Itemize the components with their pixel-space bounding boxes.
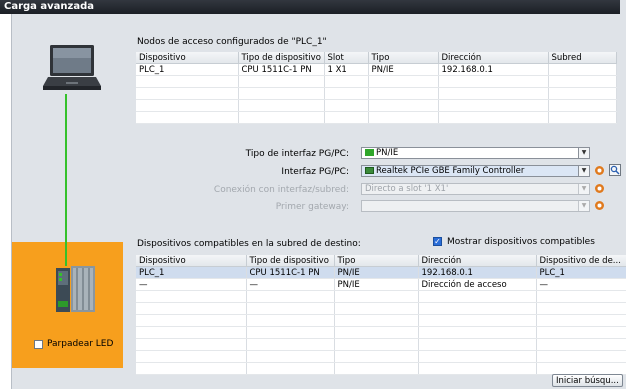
title-bar-edge bbox=[620, 0, 626, 14]
column-header[interactable]: Dirección bbox=[438, 52, 549, 64]
compatible-devices-heading: Dispositivos compatibles en la subred de… bbox=[137, 239, 361, 249]
window-title: Carga avanzada bbox=[4, 1, 95, 12]
column-header[interactable]: Dispositivo bbox=[136, 52, 239, 64]
table-cell: CPU 1511C-1 PN bbox=[246, 266, 335, 279]
chevron-down-icon[interactable]: ▼ bbox=[578, 184, 589, 194]
column-header[interactable]: Subred bbox=[548, 52, 617, 64]
connection-properties-icon[interactable] bbox=[594, 183, 605, 194]
access-nodes-heading: Nodos de acceso configurados de "PLC_1" bbox=[137, 37, 327, 47]
table-cell: PN/IE bbox=[368, 63, 439, 76]
table-cell: 192.168.0.1 bbox=[438, 63, 549, 76]
pgpc-laptop-icon bbox=[43, 45, 101, 90]
table-row[interactable]: PLC_1 CPU 1511C-1 PN 1 X1 PN/IE 192.168.… bbox=[136, 63, 617, 76]
empty-row bbox=[136, 350, 626, 363]
empty-row bbox=[136, 314, 626, 327]
table-cell: 192.168.0.1 bbox=[418, 266, 537, 279]
access-nodes-table: Dispositivo Tipo de dispositivo Slot Tip… bbox=[136, 52, 617, 124]
column-header[interactable]: Tipo de dispositivo bbox=[238, 52, 325, 64]
blink-led-label: Parpadear LED bbox=[47, 339, 114, 349]
empty-row bbox=[136, 87, 617, 100]
chevron-down-icon[interactable]: ▼ bbox=[578, 201, 589, 211]
table-cell: PLC_1 bbox=[536, 266, 626, 279]
table-cell: PN/IE bbox=[334, 266, 419, 279]
column-header[interactable]: Dirección bbox=[418, 255, 537, 267]
interface-type-label: Tipo de interfaz PG/PC: bbox=[245, 149, 349, 159]
interface-select[interactable]: Realtek PCIe GBE Family Controller ▼ bbox=[361, 165, 590, 177]
table-cell: PN/IE bbox=[334, 278, 419, 291]
start-search-button[interactable]: Iniciar búsqu... bbox=[552, 374, 623, 387]
compatible-header-row: Dispositivo Tipo de dispositivo Tipo Dir… bbox=[136, 255, 626, 267]
table-row[interactable]: PLC_1 CPU 1511C-1 PN PN/IE 192.168.0.1 P… bbox=[136, 266, 626, 279]
empty-row bbox=[136, 290, 626, 303]
table-cell: — bbox=[136, 278, 247, 291]
interface-label: Interfaz PG/PC: bbox=[281, 167, 349, 177]
column-header[interactable]: Tipo de dispositivo bbox=[246, 255, 335, 267]
empty-row bbox=[136, 326, 626, 339]
table-cell: PLC_1 bbox=[136, 266, 247, 279]
table-cell: 1 X1 bbox=[324, 63, 369, 76]
connection-label: Conexión con interfaz/subred: bbox=[213, 185, 349, 195]
empty-row bbox=[136, 111, 617, 124]
empty-row bbox=[136, 99, 617, 112]
empty-row bbox=[136, 302, 626, 315]
network-card-icon bbox=[365, 167, 374, 174]
gateway-properties-icon[interactable] bbox=[594, 200, 605, 211]
column-header[interactable]: Dispositivo de de... bbox=[536, 255, 626, 267]
chevron-down-icon[interactable]: ▼ bbox=[578, 166, 589, 176]
table-row[interactable]: — — PN/IE Dirección de acceso — bbox=[136, 278, 626, 291]
blink-led-checkbox[interactable] bbox=[34, 340, 43, 349]
table-cell: — bbox=[246, 278, 335, 291]
interface-type-select[interactable]: PN/IE ▼ bbox=[361, 147, 590, 159]
interface-type-value: PN/IE bbox=[376, 148, 399, 158]
column-header[interactable]: Tipo bbox=[334, 255, 419, 267]
search-icon[interactable] bbox=[609, 164, 621, 176]
show-compatible-checkbox[interactable]: ✓ bbox=[433, 237, 442, 246]
pn-ie-icon bbox=[365, 149, 374, 156]
empty-row bbox=[136, 338, 626, 351]
chevron-down-icon[interactable]: ▼ bbox=[578, 148, 589, 158]
interface-value: Realtek PCIe GBE Family Controller bbox=[376, 166, 525, 176]
column-header[interactable]: Slot bbox=[324, 52, 369, 64]
table-cell: — bbox=[536, 278, 626, 291]
window-title-bar: Carga avanzada bbox=[0, 0, 626, 14]
connection-select[interactable]: Directo a slot '1 X1' ▼ bbox=[361, 183, 590, 195]
table-cell bbox=[548, 63, 617, 76]
table-cell: Dirección de acceso bbox=[418, 278, 537, 291]
column-header[interactable]: Dispositivo bbox=[136, 255, 247, 267]
column-header[interactable]: Tipo bbox=[368, 52, 439, 64]
empty-row bbox=[136, 75, 617, 88]
table-cell: PLC_1 bbox=[136, 63, 239, 76]
access-nodes-header-row: Dispositivo Tipo de dispositivo Slot Tip… bbox=[136, 52, 617, 64]
connection-value: Directo a slot '1 X1' bbox=[365, 184, 449, 194]
connection-line bbox=[65, 94, 67, 264]
compatible-devices-table: Dispositivo Tipo de dispositivo Tipo Dir… bbox=[136, 255, 626, 375]
table-cell: CPU 1511C-1 PN bbox=[238, 63, 325, 76]
plc-device-icon bbox=[56, 266, 95, 312]
show-compatible-label: Mostrar dispositivos compatibles bbox=[447, 237, 595, 247]
gateway-select[interactable]: ▼ bbox=[361, 200, 590, 212]
gateway-label: Primer gateway: bbox=[275, 202, 349, 212]
empty-row bbox=[136, 362, 626, 375]
interface-properties-icon[interactable] bbox=[594, 165, 605, 176]
connection-line bbox=[65, 242, 67, 266]
